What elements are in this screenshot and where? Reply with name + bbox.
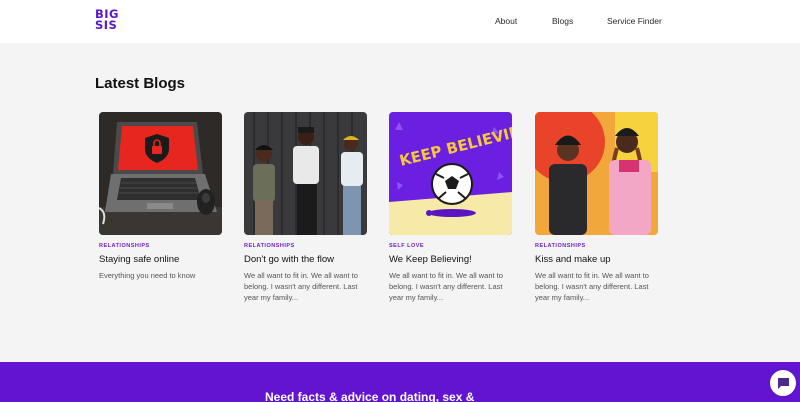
card-title[interactable]: Kiss and make up (535, 254, 659, 265)
laptop-lock-icon[interactable] (99, 112, 222, 235)
logo-line-2: SIS (95, 18, 118, 32)
card-title[interactable]: Don't go with the flow (244, 254, 368, 265)
bigsis-logo[interactable]: BIG SIS (95, 8, 119, 32)
card-category: RELATIONSHIPS (244, 243, 295, 249)
friends-photo[interactable] (535, 112, 658, 235)
site-header: BIG SIS About Blogs Service Finder (0, 0, 800, 43)
cta-heading: Need facts & advice on dating, sex & (265, 390, 475, 402)
nav-about-link[interactable]: About (495, 16, 517, 26)
blog-card-staying-safe-online[interactable]: RELATIONSHIPS Staying safe online Everyt… (99, 112, 223, 281)
nav-service-finder-link[interactable]: Service Finder (607, 16, 662, 26)
card-title[interactable]: We Keep Believing! (389, 254, 513, 265)
card-excerpt: We all want to fit in. We all want to be… (244, 271, 358, 302)
section-title: Latest Blogs (95, 75, 186, 92)
cta-banner: Need facts & advice on dating, sex & (0, 362, 800, 402)
group-photo[interactable] (244, 112, 367, 235)
chat-button[interactable] (768, 368, 798, 398)
card-excerpt: Everything you need to know (99, 271, 196, 280)
keep-believing-illustration[interactable]: KEEP BELIEVING! (389, 112, 512, 235)
blog-card-dont-go-with-the-flow[interactable]: RELATIONSHIPS Don't go with the flow We … (244, 112, 368, 303)
card-category: SELF LOVE (389, 243, 425, 249)
card-category: RELATIONSHIPS (535, 243, 586, 249)
nav-blogs-link[interactable]: Blogs (552, 16, 573, 26)
card-title[interactable]: Staying safe online (99, 254, 223, 265)
card-excerpt: We all want to fit in. We all want to be… (535, 271, 649, 302)
blog-card-we-keep-believing[interactable]: KEEP BELIEVING! SELF LOVE We Keep Believ… (389, 112, 513, 303)
card-category: RELATIONSHIPS (99, 243, 150, 249)
blog-card-kiss-and-make-up[interactable]: RELATIONSHIPS Kiss and make up We all wa… (535, 112, 659, 303)
card-excerpt: We all want to fit in. We all want to be… (389, 271, 503, 302)
chat-bubble-icon (778, 378, 789, 389)
